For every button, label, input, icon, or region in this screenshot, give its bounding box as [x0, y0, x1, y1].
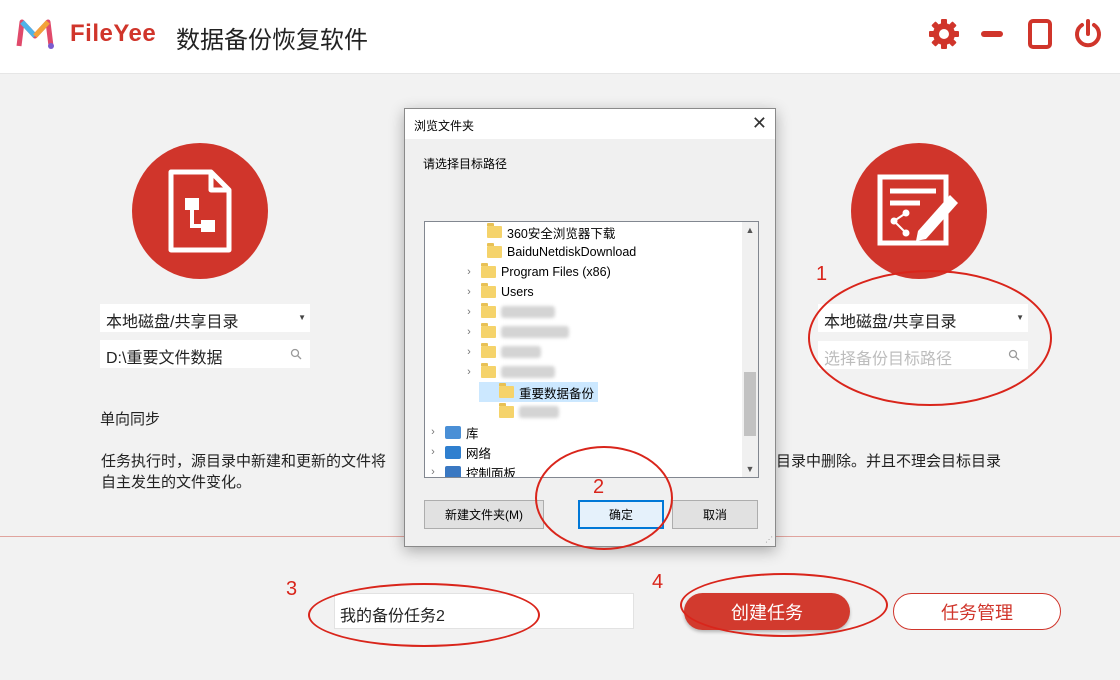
network-icon	[445, 445, 461, 459]
tree-item-label: 360安全浏览器下载	[507, 226, 616, 241]
folder-icon	[481, 343, 496, 358]
dialog-titlebar[interactable]: 浏览文件夹 ✕	[405, 109, 775, 139]
maximize-icon	[1028, 19, 1052, 49]
source-file-icon	[168, 169, 232, 253]
folder-icon	[481, 363, 496, 378]
dialog-title: 浏览文件夹	[414, 119, 475, 133]
folder-icon	[487, 223, 502, 238]
library-icon	[445, 425, 461, 439]
tree-item[interactable]: ›	[461, 342, 545, 362]
redacted-folder-name	[519, 406, 559, 418]
control-panel-icon	[445, 465, 461, 477]
settings-button[interactable]	[926, 16, 962, 52]
search-icon[interactable]	[290, 348, 302, 360]
tree-item-label: BaiduNetdiskDownload	[507, 245, 637, 259]
tree-item-label: 控制面板	[466, 466, 517, 478]
folder-icon	[487, 243, 502, 258]
minimize-icon	[981, 31, 1003, 37]
app-title: 数据备份恢复软件	[176, 27, 368, 54]
target-edit-icon	[877, 174, 958, 246]
chevron-right-icon[interactable]: ›	[463, 346, 475, 358]
annotation-ellipse-4	[680, 573, 888, 637]
redacted-folder-name	[501, 366, 555, 378]
scroll-up-icon[interactable]: ▲	[742, 222, 758, 238]
annotation-number-4: 4	[652, 571, 664, 593]
tree-item[interactable]: › 网络	[425, 442, 495, 462]
source-circle[interactable]	[132, 143, 268, 279]
scroll-thumb[interactable]	[744, 372, 756, 436]
app-header: FileYee 数据备份恢复软件	[0, 0, 1120, 74]
brand-name: FileYee	[70, 20, 157, 47]
tree-scrollbar[interactable]: ▲ ▼	[742, 222, 758, 477]
tree-item[interactable]: ›	[461, 322, 573, 342]
redacted-folder-name	[501, 326, 569, 338]
tree-item[interactable]: › Program Files (x86)	[461, 262, 615, 282]
tree-item[interactable]: 360安全浏览器下载	[467, 222, 619, 242]
scroll-down-icon[interactable]: ▼	[742, 461, 758, 477]
redacted-folder-name	[501, 346, 541, 358]
annotation-number-1: 1	[816, 263, 828, 285]
chevron-down-icon: ▼	[298, 313, 306, 322]
chevron-right-icon[interactable]: ›	[463, 286, 475, 298]
resize-grip-icon[interactable]: ⋰	[765, 535, 773, 544]
source-path-input[interactable]: D:\重要文件数据	[100, 340, 310, 368]
chevron-right-icon[interactable]: ›	[463, 326, 475, 338]
power-icon	[1075, 19, 1101, 48]
tree-item-selected[interactable]: 重要数据备份	[479, 382, 599, 402]
source-type-value: 本地磁盘/共享目录	[106, 314, 239, 331]
tree-item-label: 库	[466, 426, 479, 441]
gear-icon	[929, 19, 959, 49]
minimize-button[interactable]	[974, 16, 1010, 52]
tree-item[interactable]: › Users	[461, 282, 538, 302]
chevron-right-icon[interactable]: ›	[463, 366, 475, 378]
chevron-right-icon[interactable]: ›	[427, 426, 439, 438]
folder-icon	[481, 323, 496, 338]
tree-item[interactable]: › 控制面板	[425, 462, 520, 478]
source-path-value: D:\重要文件数据	[106, 350, 223, 367]
sync-mode-desc-line1-left: 任务执行时，源目录中新建和更新的文件将	[101, 453, 387, 470]
folder-icon	[481, 263, 496, 278]
folder-icon	[499, 383, 514, 398]
new-folder-button[interactable]: 新建文件夹(M)	[424, 500, 544, 529]
folder-icon	[481, 283, 496, 298]
sync-mode-desc-line2: 自主发生的文件变化。	[101, 474, 252, 491]
source-type-select[interactable]: 本地磁盘/共享目录 ▼	[100, 304, 310, 332]
sync-mode-desc-line1-right: 目录中删除。并且不理会目标目录	[776, 453, 1002, 470]
folder-icon	[481, 303, 496, 318]
tree-item[interactable]	[479, 402, 563, 422]
cancel-button[interactable]: 取消	[672, 500, 758, 529]
annotation-number-3: 3	[286, 578, 298, 600]
tree-item-label: 网络	[466, 446, 492, 461]
chevron-right-icon[interactable]: ›	[427, 446, 439, 458]
tree-item-label: Program Files (x86)	[501, 265, 611, 279]
tree-item[interactable]: ›	[461, 302, 559, 322]
fileyee-logo-icon	[16, 19, 54, 49]
chevron-right-icon[interactable]: ›	[463, 266, 475, 278]
redacted-folder-name	[501, 306, 555, 318]
tree-item[interactable]: › 库	[425, 422, 483, 442]
annotation-ellipse-1	[808, 270, 1052, 406]
maximize-button[interactable]	[1022, 16, 1058, 52]
tree-item-label: Users	[501, 285, 534, 299]
chevron-right-icon[interactable]: ›	[463, 306, 475, 318]
tree-item-label: 重要数据备份	[519, 386, 595, 401]
sync-mode-title: 单向同步	[100, 411, 161, 428]
folder-icon	[499, 403, 514, 418]
chevron-right-icon[interactable]: ›	[427, 466, 439, 477]
folder-tree[interactable]: 360安全浏览器下载 BaiduNetdiskDownload › Program F…	[424, 221, 759, 478]
dialog-prompt: 请选择目标路径	[423, 157, 508, 171]
annotation-ellipse-3	[308, 583, 540, 647]
annotation-number-2: 2	[593, 476, 605, 498]
power-button[interactable]	[1070, 16, 1106, 52]
task-manage-button[interactable]: 任务管理	[893, 593, 1061, 630]
close-icon[interactable]: ✕	[752, 114, 767, 132]
tree-item[interactable]: BaiduNetdiskDownload	[467, 242, 640, 262]
tree-item[interactable]: ›	[461, 362, 559, 382]
target-circle[interactable]	[851, 143, 987, 279]
